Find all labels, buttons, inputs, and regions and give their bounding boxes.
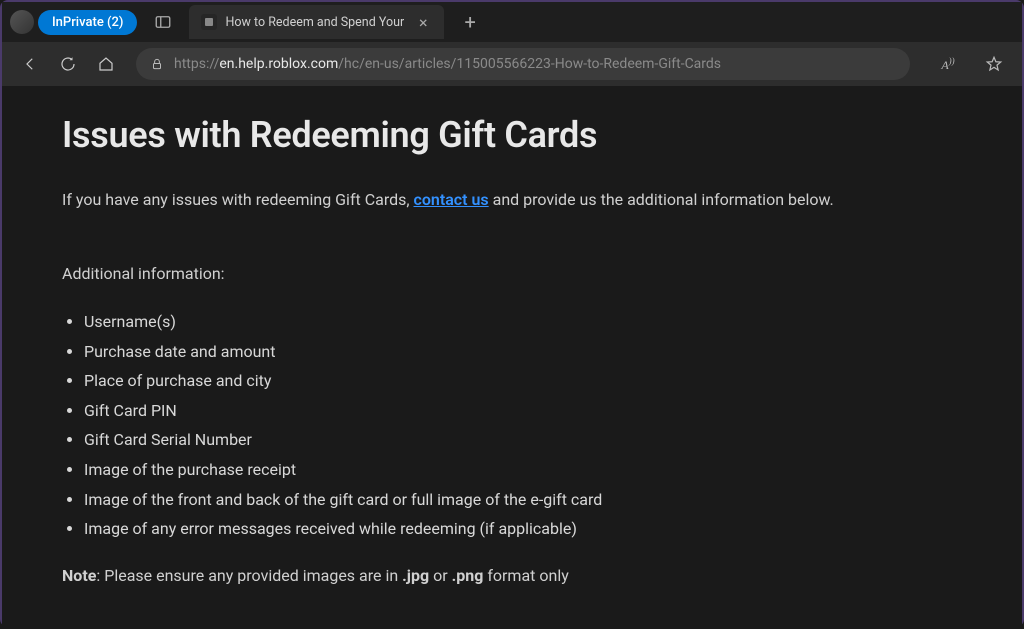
list-item: Gift Card Serial Number: [84, 425, 962, 455]
back-button[interactable]: [14, 48, 46, 80]
tab-title: How to Redeem and Spend Your: [225, 15, 404, 30]
list-item: Image of any error messages received whi…: [84, 514, 962, 544]
inprivate-badge[interactable]: InPrivate (2): [38, 10, 137, 35]
page-heading: Issues with Redeeming Gift Cards: [62, 114, 962, 156]
list-item: Image of the purchase receipt: [84, 455, 962, 485]
tab-actions-button[interactable]: [151, 10, 175, 34]
tab-favicon-icon: [201, 14, 217, 30]
intro-paragraph: If you have any issues with redeeming Gi…: [62, 188, 962, 212]
titlebar: InPrivate (2) How to Redeem and Spend Yo…: [2, 2, 1022, 42]
refresh-button[interactable]: [52, 48, 84, 80]
reading-mode-button[interactable]: A)): [932, 48, 964, 80]
page-content: Issues with Redeeming Gift Cards If you …: [2, 86, 1022, 629]
additional-info-label: Additional information:: [62, 264, 962, 283]
new-tab-button[interactable]: +: [458, 10, 482, 34]
address-bar[interactable]: https://en.help.roblox.com/hc/en-us/arti…: [136, 48, 910, 80]
contact-us-link[interactable]: contact us: [414, 190, 489, 209]
favorite-button[interactable]: [978, 48, 1010, 80]
url-text: https://en.help.roblox.com/hc/en-us/arti…: [174, 56, 721, 72]
list-item: Place of purchase and city: [84, 366, 962, 396]
toolbar: https://en.help.roblox.com/hc/en-us/arti…: [2, 42, 1022, 86]
list-item: Purchase date and amount: [84, 337, 962, 367]
note-paragraph: Note: Please ensure any provided images …: [62, 566, 962, 585]
profile-avatar[interactable]: [10, 10, 34, 34]
list-item: Gift Card PIN: [84, 396, 962, 426]
list-item: Image of the front and back of the gift …: [84, 485, 962, 515]
info-list: Username(s) Purchase date and amount Pla…: [62, 307, 962, 544]
browser-tab[interactable]: How to Redeem and Spend Your ×: [189, 5, 444, 39]
home-button[interactable]: [90, 48, 122, 80]
list-item: Username(s): [84, 307, 962, 337]
close-tab-button[interactable]: ×: [414, 13, 432, 32]
lock-icon: [150, 57, 164, 71]
